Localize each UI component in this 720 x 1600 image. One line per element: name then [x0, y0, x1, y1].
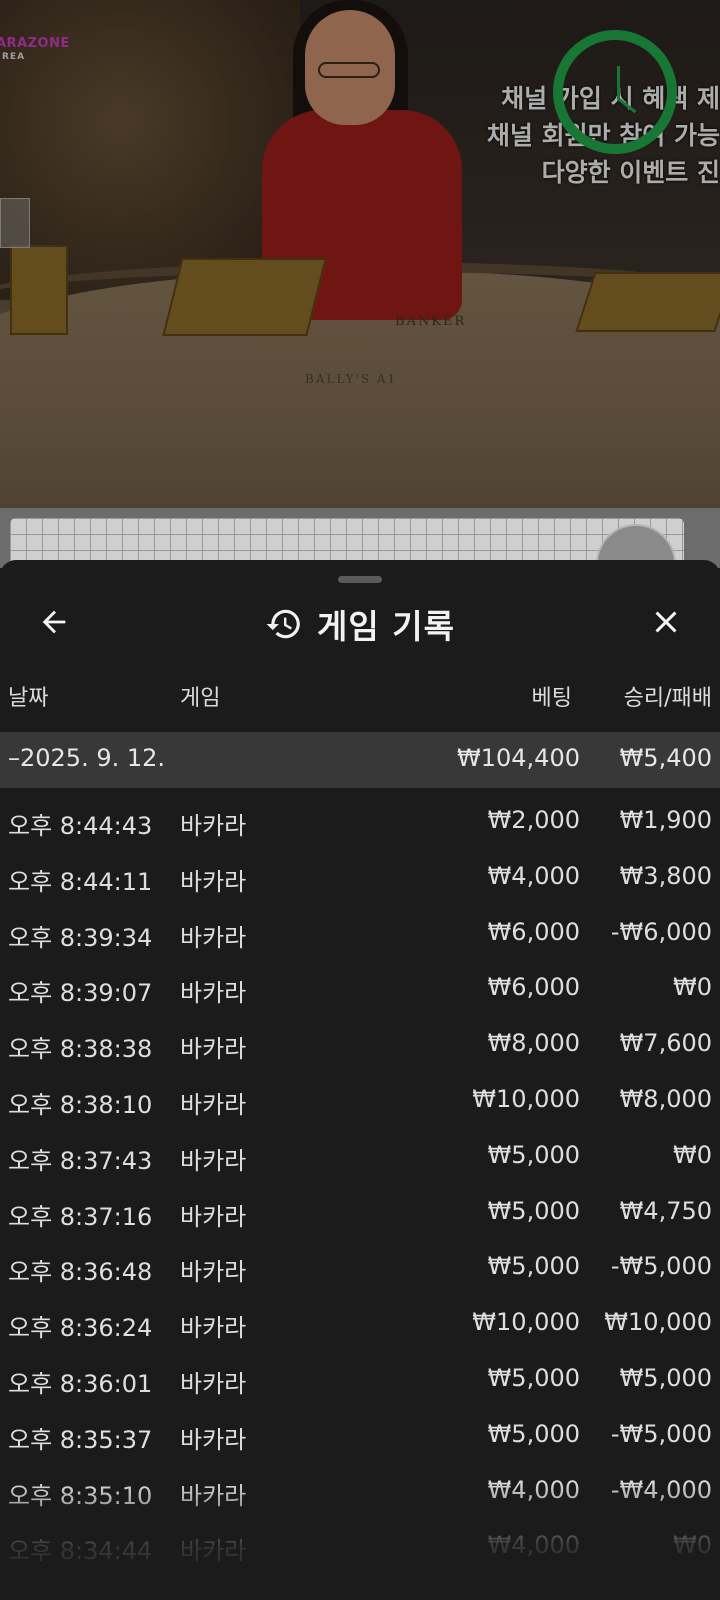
row-time: 오후 8:37:43 [8, 1146, 153, 1175]
row-time: 오후 8:36:48 [8, 1258, 153, 1287]
title-group: 게임 기록 [0, 588, 720, 660]
close-icon [655, 611, 677, 633]
history-row[interactable]: 오후 8:37:16 바카라 ₩5,000 ₩4,750 [0, 1187, 720, 1243]
row-result: -₩6,000 [610, 917, 712, 946]
column-header-result: 승리/패배 [623, 686, 712, 711]
row-time: 오후 8:38:38 [8, 1035, 153, 1064]
history-row[interactable]: 오후 8:38:10 바카라 ₩10,000 ₩8,000 [0, 1075, 720, 1131]
row-bet: ₩4,000 [487, 861, 580, 890]
row-game: 바카라 [180, 923, 247, 952]
row-bet: ₩4,000 [487, 1531, 580, 1560]
sheet-title: 게임 기록 [317, 607, 455, 646]
row-bet: ₩4,000 [487, 1475, 580, 1504]
row-result: ₩5,000 [619, 1363, 712, 1392]
arrow-left-icon [42, 610, 66, 634]
history-list: 오후 8:44:43 바카라 ₩2,000 ₩1,900 오후 8:44:11 … [0, 796, 720, 1577]
row-result: ₩10,000 [604, 1308, 712, 1337]
row-bet: ₩10,000 [472, 1308, 580, 1337]
row-bet: ₩8,000 [487, 1029, 580, 1058]
row-game: 바카라 [180, 1537, 247, 1566]
row-result: -₩5,000 [610, 1419, 712, 1448]
history-row[interactable]: 오후 8:44:43 바카라 ₩2,000 ₩1,900 [0, 796, 720, 852]
row-time: 오후 8:35:37 [8, 1425, 153, 1454]
row-time: 오후 8:44:43 [8, 812, 153, 840]
row-bet: ₩10,000 [472, 1084, 580, 1113]
row-result: ₩8,000 [619, 1084, 712, 1113]
row-result: ₩0 [673, 1531, 712, 1560]
row-result: ₩0 [673, 973, 712, 1002]
history-row[interactable]: 오후 8:37:43 바카라 ₩5,000 ₩0 [0, 1131, 720, 1187]
row-result: ₩1,900 [619, 806, 712, 834]
row-result: ₩7,600 [619, 1029, 712, 1058]
column-header-bet: 베팅 [531, 686, 572, 711]
row-game: 바카라 [180, 1369, 247, 1398]
video-dim-overlay [0, 0, 720, 520]
row-bet: ₩5,000 [487, 1140, 580, 1169]
live-video-feed: BANKER BALLY'S A1 ARAZONE REA 채널 가입 시 혜택… [0, 0, 720, 520]
row-time: 오후 8:44:11 [8, 867, 153, 896]
row-time: 오후 8:36:24 [8, 1314, 153, 1343]
column-headers: 날짜 게임 베팅 승리/패배 [0, 668, 720, 716]
row-game: 바카라 [180, 1314, 247, 1343]
row-game: 바카라 [180, 1090, 247, 1119]
row-result: ₩0 [673, 1140, 712, 1169]
history-row[interactable]: 오후 8:39:07 바카라 ₩6,000 ₩0 [0, 963, 720, 1019]
row-game: 바카라 [180, 812, 247, 840]
column-header-date: 날짜 [8, 686, 49, 711]
row-result: -₩4,000 [610, 1475, 712, 1504]
back-button[interactable] [30, 598, 78, 646]
row-game: 바카라 [180, 1258, 247, 1287]
row-bet: ₩5,000 [487, 1419, 580, 1448]
history-icon [266, 609, 300, 639]
row-bet: ₩5,000 [487, 1196, 580, 1225]
history-row[interactable]: 오후 8:39:34 바카라 ₩6,000 -₩6,000 [0, 908, 720, 964]
history-row[interactable]: 오후 8:35:37 바카라 ₩5,000 -₩5,000 [0, 1410, 720, 1466]
row-bet: ₩5,000 [487, 1252, 580, 1281]
history-row[interactable]: 오후 8:36:24 바카라 ₩10,000 ₩10,000 [0, 1298, 720, 1354]
row-bet: ₩5,000 [487, 1363, 580, 1392]
row-time: 오후 8:39:34 [8, 923, 153, 952]
row-result: ₩4,750 [619, 1196, 712, 1225]
close-button[interactable] [642, 598, 690, 646]
date-summary-row[interactable]: –2025. 9. 12. ₩104,400 ₩5,400 [0, 732, 720, 788]
column-header-game: 게임 [180, 686, 221, 711]
row-result: -₩5,000 [610, 1252, 712, 1281]
row-bet: ₩6,000 [487, 917, 580, 946]
row-game: 바카라 [180, 1202, 247, 1231]
history-row[interactable]: 오후 8:44:11 바카라 ₩4,000 ₩3,800 [0, 852, 720, 908]
row-game: 바카라 [180, 1481, 247, 1510]
game-history-sheet: 게임 기록 날짜 게임 베팅 승리/패배 –2025. 9. 12. ₩104,… [0, 560, 720, 1600]
history-row[interactable]: 오후 8:36:01 바카라 ₩5,000 ₩5,000 [0, 1354, 720, 1410]
history-row[interactable]: 오후 8:38:38 바카라 ₩8,000 ₩7,600 [0, 1019, 720, 1075]
row-game: 바카라 [180, 1035, 247, 1064]
sheet-header: 게임 기록 [0, 588, 720, 660]
row-game: 바카라 [180, 1425, 247, 1454]
row-time: 오후 8:39:07 [8, 979, 153, 1008]
row-time: 오후 8:34:44 [8, 1537, 153, 1566]
history-row[interactable]: 오후 8:34:44 바카라 ₩4,000 ₩0 [0, 1521, 720, 1577]
row-game: 바카라 [180, 1146, 247, 1175]
history-row[interactable]: 오후 8:36:48 바카라 ₩5,000 -₩5,000 [0, 1242, 720, 1298]
row-bet: ₩2,000 [487, 806, 580, 834]
row-time: 오후 8:35:10 [8, 1481, 153, 1510]
row-game: 바카라 [180, 867, 247, 896]
row-time: 오후 8:37:16 [8, 1202, 153, 1231]
summary-date: –2025. 9. 12. [8, 744, 166, 772]
row-result: ₩3,800 [619, 861, 712, 890]
history-row[interactable]: 오후 8:35:10 바카라 ₩4,000 -₩4,000 [0, 1466, 720, 1522]
summary-bet: ₩104,400 [457, 744, 580, 772]
row-time: 오후 8:36:01 [8, 1369, 153, 1398]
row-game: 바카라 [180, 979, 247, 1008]
row-bet: ₩6,000 [487, 973, 580, 1002]
row-time: 오후 8:38:10 [8, 1090, 153, 1119]
sheet-drag-handle[interactable] [338, 576, 382, 583]
summary-result: ₩5,400 [619, 744, 712, 772]
